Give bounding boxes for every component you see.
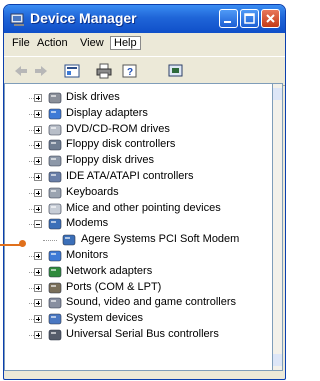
display-adapter-icon <box>48 108 62 120</box>
svg-text:?: ? <box>127 67 133 78</box>
expand-icon[interactable] <box>34 94 42 102</box>
tree-item[interactable]: Modems <box>5 216 273 232</box>
minimize-icon <box>224 21 231 23</box>
sound-icon <box>48 298 62 309</box>
menu-action[interactable]: Action <box>37 37 68 49</box>
close-icon <box>266 14 275 23</box>
modem-icon <box>48 219 62 230</box>
port-icon <box>48 282 62 293</box>
floppy-drive-icon <box>48 155 62 167</box>
tree-item-label: Universal Serial Bus controllers <box>66 328 219 340</box>
tree-item[interactable]: Display adapters <box>5 106 273 122</box>
network-adapter-icon <box>48 266 62 278</box>
expand-icon[interactable] <box>34 252 42 260</box>
expand-icon[interactable] <box>34 157 42 166</box>
tree-item[interactable]: IDE ATA/ATAPI controllers <box>5 169 273 185</box>
forward-icon[interactable] <box>33 63 49 79</box>
system-device-icon <box>48 313 62 325</box>
modem-device-icon <box>62 234 76 246</box>
tree-item-label: Mice and other pointing devices <box>66 201 221 214</box>
menu-file[interactable]: File <box>12 37 30 49</box>
tree-item-label: System devices <box>66 312 144 325</box>
floppy-controller-icon <box>48 140 62 151</box>
expand-icon[interactable] <box>34 283 42 292</box>
tree-item-label: DVD/CD-ROM drives <box>66 122 170 135</box>
close-button[interactable] <box>261 9 280 28</box>
help-icon[interactable]: ? <box>122 63 138 79</box>
tree-item[interactable]: Sound, video and game controllers <box>5 295 273 311</box>
monitor-icon <box>48 250 62 262</box>
expand-icon[interactable] <box>34 125 42 134</box>
scroll-up-button[interactable] <box>273 88 282 100</box>
expand-icon[interactable] <box>34 109 42 118</box>
tree-item-label: Floppy disk drives <box>66 154 155 167</box>
tree-item[interactable]: Universal Serial Bus controllers <box>5 327 273 343</box>
keyboard-icon <box>48 187 62 199</box>
usb-icon <box>48 329 62 341</box>
tree-item[interactable]: Monitors <box>5 248 273 264</box>
callout-dot <box>19 240 26 247</box>
expand-icon[interactable] <box>34 141 42 150</box>
scroll-down-button[interactable] <box>273 354 282 366</box>
tree-connector <box>43 240 57 242</box>
expand-icon[interactable] <box>34 331 42 339</box>
mouse-icon <box>48 203 62 214</box>
collapse-icon[interactable] <box>34 220 42 229</box>
tree-item[interactable]: System devices <box>5 311 273 327</box>
back-icon[interactable] <box>13 63 29 79</box>
menu-view[interactable]: View <box>80 37 104 49</box>
tree-item[interactable]: Floppy disk drives <box>5 153 273 169</box>
menu-bar: File Action View Help <box>4 33 285 55</box>
tree-item-label: Disk drives <box>66 91 120 103</box>
maximize-button[interactable] <box>240 9 259 28</box>
cdrom-icon <box>48 124 62 135</box>
maximize-icon <box>244 13 255 24</box>
tree-item[interactable]: Network adapters <box>5 264 273 280</box>
tree-item[interactable]: DVD/CD-ROM drives <box>5 122 273 138</box>
tree-item[interactable]: Disk drives <box>5 90 273 106</box>
tree-item-label: Display adapters <box>66 106 148 119</box>
tree-item-label: Ports (COM & LPT) <box>66 280 162 293</box>
tree-item-label: Keyboards <box>66 185 119 198</box>
tree-item-label: Modems <box>66 217 109 230</box>
tree-item-label: IDE ATA/ATAPI controllers <box>66 170 194 182</box>
ide-controller-icon <box>48 171 62 183</box>
tree-item[interactable]: Mice and other pointing devices <box>5 201 273 217</box>
expand-icon[interactable] <box>34 299 42 308</box>
device-tree[interactable]: Disk drives Display adapters DVD/CD-ROM dr… <box>4 83 274 371</box>
scan-icon[interactable] <box>168 63 184 79</box>
expand-icon[interactable] <box>34 204 42 213</box>
window-title: Device Manager <box>30 10 137 26</box>
tree-item[interactable]: Keyboards <box>5 185 273 201</box>
properties-icon[interactable] <box>64 63 80 79</box>
tree-item-label: Monitors <box>66 249 109 261</box>
tree-item[interactable]: Floppy disk controllers <box>5 137 273 153</box>
tree-item-label: Agere Systems PCI Soft Modem <box>81 233 240 246</box>
print-icon[interactable] <box>96 63 112 79</box>
minimize-button[interactable] <box>219 9 238 28</box>
tree-item-label: Sound, video and game controllers <box>66 296 236 309</box>
title-bar[interactable]: Device Manager <box>4 5 285 33</box>
menu-help[interactable]: Help <box>110 36 141 50</box>
disk-drive-icon <box>48 92 62 104</box>
tree-item[interactable]: Ports (COM & LPT) <box>5 280 273 296</box>
tree-item-label: Network adapters <box>66 264 153 277</box>
toolbar: ? <box>4 56 285 86</box>
expand-icon[interactable] <box>34 267 42 276</box>
expand-icon[interactable] <box>34 188 42 197</box>
tree-item-child[interactable]: Agere Systems PCI Soft Modem <box>5 232 273 248</box>
device-manager-icon <box>10 13 24 26</box>
tree-item-label: Floppy disk controllers <box>66 138 176 151</box>
vertical-scrollbar[interactable] <box>272 83 283 371</box>
expand-icon[interactable] <box>34 173 42 181</box>
expand-icon[interactable] <box>34 315 42 324</box>
